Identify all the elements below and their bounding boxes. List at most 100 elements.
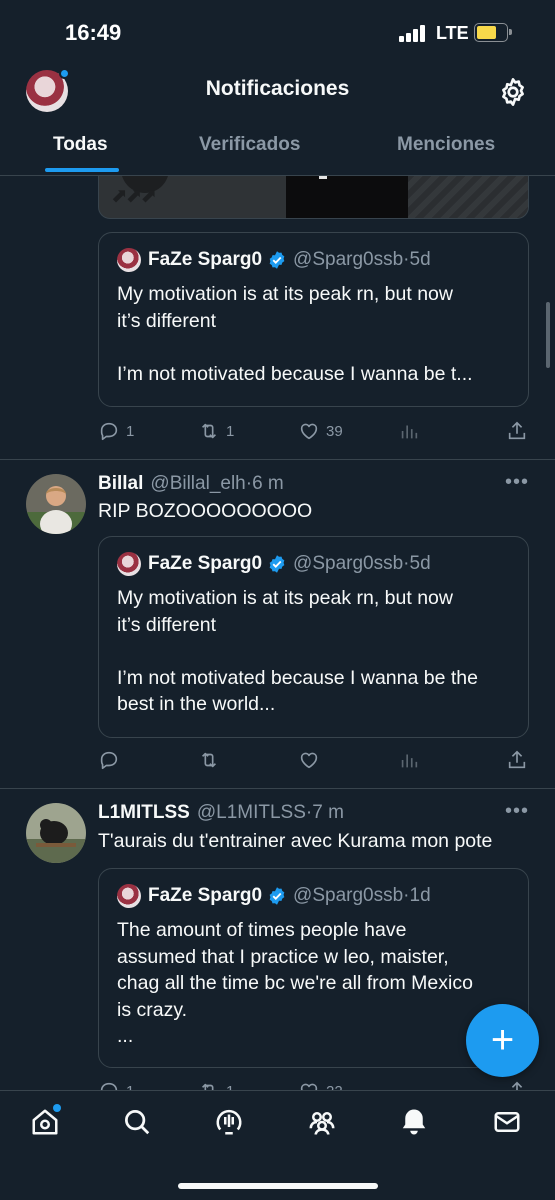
quote-author: FaZe Sparg0 — [148, 553, 263, 574]
verified-badge-icon — [269, 251, 285, 269]
share-button[interactable] — [506, 416, 534, 446]
quote-handle: @Sparg0ssb — [293, 885, 404, 906]
divider — [0, 788, 555, 789]
tweet-actions: 1 1 22 — [98, 1076, 538, 1090]
tab-todas[interactable]: Todas — [53, 134, 108, 156]
share-icon — [508, 750, 526, 769]
retweet-button[interactable]: 1 — [198, 416, 234, 446]
header: Notificaciones Todas Verificados Mencion… — [0, 62, 555, 176]
like-button[interactable]: 22 — [298, 1076, 343, 1090]
media-detail — [319, 176, 327, 179]
quote-author: FaZe Sparg0 — [148, 885, 263, 906]
reply-button[interactable]: 1 — [98, 1076, 134, 1090]
views-icon — [401, 754, 418, 768]
author-name[interactable]: L1MITLSS — [98, 802, 190, 824]
home-indicator — [178, 1183, 378, 1189]
retweet-count: 1 — [226, 422, 235, 440]
notifications-feed[interactable]: ⬈⬈⬈ FaZe Sparg0 @Sparg0ssb · 5d My motiv… — [0, 176, 555, 1090]
post-header: L1MITLSS @L1MITLSS · 7 m — [98, 799, 344, 827]
reply-icon — [100, 1082, 118, 1090]
quote-avatar — [117, 552, 141, 576]
views-button[interactable] — [398, 416, 426, 446]
author-handle: @Billal_elh — [150, 473, 246, 494]
gear-icon[interactable] — [497, 76, 529, 108]
quote-text: My motivation is at its peak rn, but now… — [117, 283, 473, 385]
battery-icon — [474, 23, 512, 42]
avatar-image — [26, 474, 86, 534]
network-type: LTE — [436, 23, 469, 43]
divider — [0, 459, 555, 460]
tab-bar: Todas Verificados Menciones — [0, 124, 555, 176]
cellular-signal-icon — [399, 25, 429, 42]
more-options-icon[interactable]: ••• — [505, 800, 529, 823]
tweet-actions — [98, 745, 538, 775]
like-button[interactable]: 39 — [298, 416, 343, 446]
messages-icon[interactable] — [492, 1107, 522, 1137]
share-icon — [508, 421, 526, 440]
media-texture — [408, 176, 528, 218]
quoted-tweet[interactable]: FaZe Sparg0 @Sparg0ssb · 1d The amount o… — [98, 868, 529, 1068]
retweet-button[interactable] — [198, 745, 226, 775]
verified-badge-icon — [269, 555, 285, 573]
tab-menciones[interactable]: Menciones — [397, 134, 495, 156]
media-figure — [286, 176, 408, 218]
post-text: RIP BOZOOOOOOOOO — [98, 500, 313, 522]
quoted-tweet[interactable]: FaZe Sparg0 @Sparg0ssb · 5d My motivatio… — [98, 536, 529, 738]
quoted-tweet[interactable]: FaZe Sparg0 @Sparg0ssb · 5d My motivatio… — [98, 232, 529, 407]
search-icon[interactable] — [122, 1107, 152, 1137]
reply-button[interactable]: 1 — [98, 416, 134, 446]
media-pattern: ⬈⬈⬈ — [111, 185, 157, 207]
quote-time: 5d — [409, 553, 431, 574]
compose-button[interactable]: + — [466, 1004, 539, 1077]
retweet-icon — [201, 1083, 214, 1090]
bottom-nav — [0, 1090, 555, 1200]
avatar[interactable] — [26, 803, 86, 863]
scrollbar[interactable] — [546, 302, 550, 368]
share-icon — [511, 1081, 523, 1090]
retweet-button[interactable]: 1 — [198, 1076, 234, 1090]
quote-avatar — [117, 884, 141, 908]
quote-text: My motivation is at its peak rn, but now… — [117, 587, 478, 715]
share-button[interactable] — [506, 1076, 534, 1090]
notifications-icon[interactable] — [399, 1107, 429, 1137]
reply-count: 1 — [126, 422, 135, 440]
quote-time: 1d — [409, 885, 431, 906]
avatar-image — [26, 803, 86, 863]
retweet-icon — [201, 752, 217, 768]
home-unread-dot — [53, 1104, 61, 1112]
reply-count: 1 — [126, 1083, 134, 1091]
share-button[interactable] — [506, 745, 534, 775]
spaces-icon[interactable] — [214, 1107, 244, 1137]
quote-text: The amount of times people have assumed … — [117, 919, 473, 1047]
post-text: T'aurais du t'entrainer avec Kurama mon … — [98, 830, 493, 852]
views-icon — [401, 425, 418, 439]
plus-icon: + — [490, 1018, 515, 1062]
status-bar: 16:49 LTE — [0, 0, 555, 62]
retweet-icon — [201, 423, 217, 439]
heart-icon — [300, 1083, 318, 1090]
media-preview[interactable]: ⬈⬈⬈ — [98, 176, 529, 219]
author-handle: @L1MITLSS — [196, 802, 306, 823]
quote-avatar — [117, 248, 141, 272]
quote-author: FaZe Sparg0 — [148, 249, 263, 270]
like-count: 39 — [326, 422, 343, 440]
status-time: 16:49 — [65, 20, 122, 45]
reply-button[interactable] — [98, 745, 126, 775]
quote-time: 5d — [409, 249, 431, 270]
author-name[interactable]: Billal — [98, 473, 143, 495]
like-count: 22 — [326, 1083, 343, 1091]
reply-icon — [100, 751, 118, 770]
avatar[interactable] — [26, 474, 86, 534]
page-title: Notificaciones — [205, 77, 350, 100]
like-button[interactable] — [298, 745, 326, 775]
views-button[interactable] — [398, 745, 426, 775]
communities-icon[interactable] — [307, 1107, 337, 1137]
reply-icon — [100, 422, 118, 441]
tab-verificados[interactable]: Verificados — [199, 134, 300, 156]
retweet-count: 1 — [226, 1083, 234, 1091]
active-tab-indicator — [45, 168, 119, 172]
more-options-icon[interactable]: ••• — [505, 471, 529, 494]
quote-handle: @Sparg0ssb — [293, 553, 404, 574]
verified-badge-icon — [269, 887, 285, 905]
post-time: 6 m — [252, 473, 284, 494]
